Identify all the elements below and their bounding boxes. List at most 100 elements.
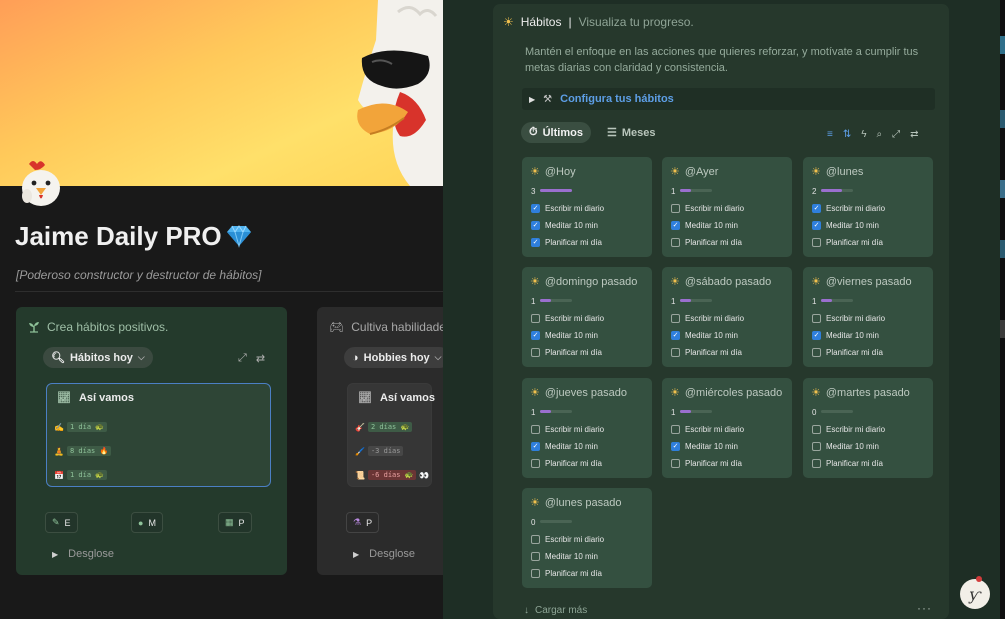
habit-checkbox-row[interactable]: ✓ Meditar 10 min (531, 331, 598, 340)
habit-checkbox-row[interactable]: Escribir mi diario (671, 204, 744, 213)
checkbox-checked[interactable]: ✓ (671, 331, 680, 340)
habit-day-card[interactable]: ☀ @viernes pasado 1 Escribir mi diario ✓ Medi… (803, 267, 933, 367)
habit-day-card[interactable]: ☀ @domingo pasado 1 Escribir mi diario ✓ Medi… (522, 267, 652, 367)
habit-day-card[interactable]: ☀ @Hoy 3 ✓ Escribir mi diario ✓ Meditar 10 min… (522, 157, 652, 257)
habit-checkbox-row[interactable]: Planificar mi día (671, 238, 742, 247)
checkbox-unchecked[interactable] (812, 459, 821, 468)
settings-sliders-icon[interactable]: ⇄ (256, 352, 265, 365)
expand-icon[interactable]: ⤢ (238, 352, 247, 365)
habit-checkbox-row[interactable]: ✓ Escribir mi diario (812, 204, 885, 213)
habit-button-p[interactable]: ▦ P (218, 512, 252, 533)
checkbox-unchecked[interactable] (812, 314, 821, 323)
checkbox-checked[interactable]: ✓ (812, 204, 821, 213)
habit-checkbox-row[interactable]: ✓ Meditar 10 min (671, 331, 738, 340)
view-pill-hobbies-hoy[interactable]: ◑ Hobbies hoy ⌵ (344, 347, 443, 368)
progress-fill (680, 189, 691, 192)
filter-icon[interactable]: ≡ (827, 129, 833, 140)
habit-checkbox-row[interactable]: ✓ Planificar mi día (531, 238, 602, 247)
habit-checkbox-row[interactable]: Meditar 10 min (531, 552, 598, 561)
habit-checkbox-row[interactable]: Escribir mi diario (531, 425, 604, 434)
view-pill-habitos-hoy[interactable]: 🔍︎ Hábitos hoy ⌵ (43, 347, 153, 368)
habit-checkbox-row[interactable]: Meditar 10 min (812, 442, 879, 451)
habit-checkbox-row[interactable]: Planificar mi día (531, 459, 602, 468)
checkbox-unchecked[interactable] (812, 425, 821, 434)
habit-button-m[interactable]: ● M (131, 512, 163, 533)
checkbox-unchecked[interactable] (531, 569, 540, 578)
habit-day-card[interactable]: ☀ @jueves pasado 1 Escribir mi diario ✓ Medit… (522, 378, 652, 478)
habit-checkbox-row[interactable]: ✓ Meditar 10 min (531, 221, 598, 230)
habit-button-e[interactable]: ✎ E (45, 512, 78, 533)
habit-checkbox-row[interactable]: Escribir mi diario (812, 425, 885, 434)
habit-checkbox-row[interactable]: Escribir mi diario (671, 314, 744, 323)
habit-checkbox-row[interactable]: Planificar mi día (812, 459, 883, 468)
checkbox-unchecked[interactable] (671, 459, 680, 468)
habit-checkbox-row[interactable]: Escribir mi diario (671, 425, 744, 434)
habit-day-card[interactable]: ☀ @Ayer 1 Escribir mi diario ✓ Meditar 10 min… (662, 157, 792, 257)
desglose-toggle[interactable]: ▶ Desglose (353, 548, 415, 560)
habit-day-card[interactable]: ☀ @lunes 2 ✓ Escribir mi diario ✓ Meditar 10 m… (803, 157, 933, 257)
configura-toggle[interactable]: ▶ ⚒ Configura tus hábitos (522, 88, 935, 110)
checkbox-checked[interactable]: ✓ (531, 221, 540, 230)
habit-checkbox-row[interactable]: Planificar mi día (812, 348, 883, 357)
habit-checkbox-row[interactable]: ✓ Meditar 10 min (812, 331, 879, 340)
habit-checkbox-row[interactable]: Escribir mi diario (531, 535, 604, 544)
habit-checkbox-row[interactable]: ✓ Meditar 10 min (812, 221, 879, 230)
checkbox-unchecked[interactable] (531, 552, 540, 561)
asi-vamos-card[interactable]: 📈︎ Así vamos 🎸 2 días 🐢 🖌️ -3 días 📜 -6 … (347, 383, 435, 487)
habit-checkbox-row[interactable]: Planificar mi día (671, 459, 742, 468)
habit-checkbox-row[interactable]: Planificar mi día (812, 238, 883, 247)
checkbox-checked[interactable]: ✓ (531, 442, 540, 451)
checkbox-unchecked[interactable] (531, 459, 540, 468)
checkbox-checked[interactable]: ✓ (812, 331, 821, 340)
checkbox-unchecked[interactable] (531, 348, 540, 357)
checkbox-unchecked[interactable] (531, 535, 540, 544)
habit-checkbox-row[interactable]: ✓ Escribir mi diario (531, 204, 604, 213)
checkbox-unchecked[interactable] (812, 238, 821, 247)
habit-day-card[interactable]: ☀ @lunes pasado 0 Escribir mi diario Meditar… (522, 488, 652, 588)
checkbox-checked[interactable]: ✓ (531, 238, 540, 247)
desglose-toggle[interactable]: ▶ Desglose (52, 548, 114, 560)
habit-label: Meditar 10 min (685, 331, 738, 340)
checkbox-checked[interactable]: ✓ (531, 204, 540, 213)
expand-icon[interactable]: ⤢ (892, 129, 900, 140)
habit-checkbox-row[interactable]: Planificar mi día (671, 348, 742, 357)
habit-checkbox-row[interactable]: Escribir mi diario (531, 314, 604, 323)
habit-checkbox-row[interactable]: ✓ Meditar 10 min (671, 442, 738, 451)
checkbox-checked[interactable]: ✓ (531, 331, 540, 340)
hobby-button-p[interactable]: ⚗ P (346, 512, 380, 533)
checkbox-unchecked[interactable] (671, 238, 680, 247)
checkbox-unchecked[interactable] (671, 204, 680, 213)
habit-label: Planificar mi día (545, 348, 602, 357)
checkbox-checked[interactable]: ✓ (671, 221, 680, 230)
checkbox-unchecked[interactable] (531, 425, 540, 434)
lightning-icon[interactable]: ϟ (861, 129, 866, 140)
more-options-icon[interactable]: ··· (917, 601, 932, 615)
completed-count: 1 (671, 297, 676, 306)
habit-day-card[interactable]: ☀ @martes pasado 0 Escribir mi diario Medita… (803, 378, 933, 478)
chicken-page-icon[interactable] (15, 158, 67, 210)
settings-sliders-icon[interactable]: ⇄ (910, 129, 918, 140)
help-button[interactable]: ƴ (960, 579, 990, 609)
habit-checkbox-row[interactable]: Planificar mi día (531, 569, 602, 578)
asi-vamos-card[interactable]: 📈︎ Así vamos ✍️ 1 día 🐢 🧘 8 días 🔥 📅 1 d… (46, 383, 271, 487)
checkbox-unchecked[interactable] (812, 442, 821, 451)
checkbox-checked[interactable]: ✓ (812, 221, 821, 230)
checkbox-unchecked[interactable] (671, 425, 680, 434)
habit-checkbox-row[interactable]: Escribir mi diario (812, 314, 885, 323)
habit-day-card[interactable]: ☀ @miércoles pasado 1 Escribir mi diario ✓ Me… (662, 378, 792, 478)
habit-checkbox-row[interactable]: Planificar mi día (531, 348, 602, 357)
checkbox-checked[interactable]: ✓ (671, 442, 680, 451)
tab-meses[interactable]: ☰ Meses (599, 122, 664, 143)
sort-icon[interactable]: ⇅ (843, 129, 851, 140)
search-icon[interactable]: ⌕ (877, 129, 883, 140)
habit-day-card[interactable]: ☀ @sábado pasado 1 Escribir mi diario ✓ Medit… (662, 267, 792, 367)
tab-ultimos[interactable]: ⏱ Últimos (521, 122, 591, 143)
checkbox-unchecked[interactable] (671, 348, 680, 357)
checkbox-unchecked[interactable] (812, 348, 821, 357)
habit-checkbox-row[interactable]: ✓ Meditar 10 min (671, 221, 738, 230)
checkbox-unchecked[interactable] (671, 314, 680, 323)
checkbox-unchecked[interactable] (531, 314, 540, 323)
habit-checkbox-row[interactable]: ✓ Meditar 10 min (531, 442, 598, 451)
habit-label: Escribir mi diario (545, 314, 605, 323)
load-more-button[interactable]: ↓ Cargar más (524, 605, 587, 616)
